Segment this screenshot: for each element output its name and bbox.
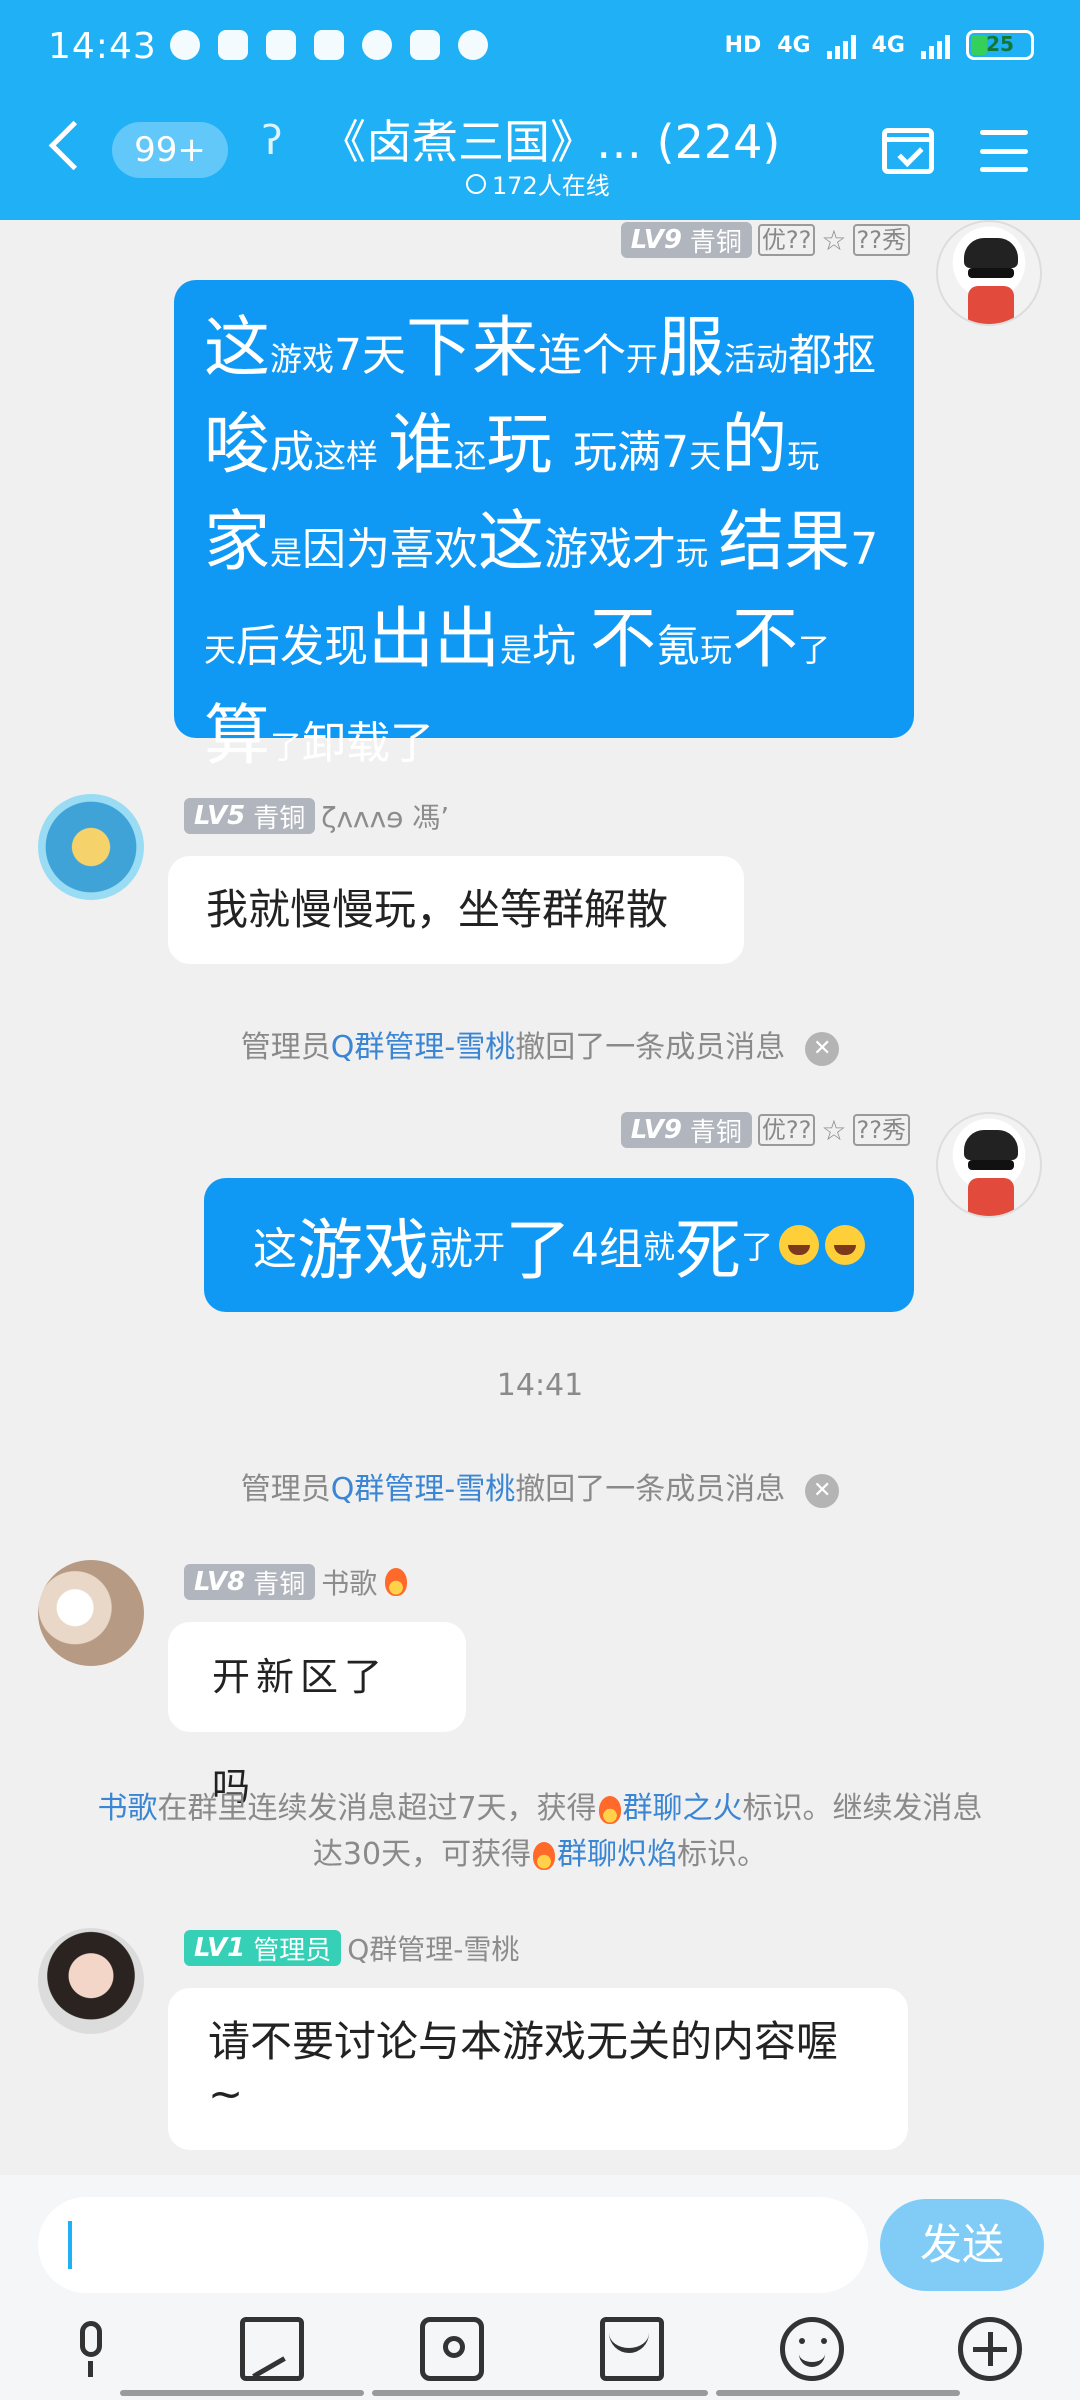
nickname-star: ☆ — [821, 223, 847, 257]
network-label: 4G — [871, 32, 905, 58]
self-avatar[interactable] — [936, 1112, 1042, 1218]
top-header: 14:43 HD 4G 4G 25 99+ ʔ 《卤煮三国》… (224) 17… — [0, 0, 1080, 220]
status-bar: 14:43 HD 4G 4G 25 — [0, 0, 1080, 100]
self-avatar[interactable] — [936, 220, 1042, 326]
unread-count-badge[interactable]: 99+ — [112, 122, 228, 178]
app-notification-icon — [410, 30, 440, 60]
message-input[interactable] — [38, 2197, 868, 2293]
level-badge: LV8 青铜 — [184, 1564, 316, 1600]
chat-message-list[interactable]: LV9 青铜 优?? ☆ ??秀 这游戏7天下来连个开服活动都抠唆成这样 谁还玩 … — [0, 220, 1080, 2175]
sender-meta: LV9 青铜 优?? ☆ ??秀 — [620, 222, 910, 258]
play-notification-icon — [362, 30, 392, 60]
blaze-icon — [533, 1841, 556, 1870]
scroll-indicator — [716, 2390, 960, 2396]
ear-icon[interactable]: ʔ — [262, 118, 282, 164]
camera-icon[interactable] — [420, 2317, 484, 2381]
scroll-indicator — [372, 2390, 708, 2396]
nickname-star: ☆ — [821, 1113, 847, 1147]
back-arrow-icon[interactable] — [48, 120, 99, 171]
message-bubble-1[interactable]: 这游戏7天下来连个开服活动都抠唆成这样 谁还玩 玩满7天的玩家是因为喜欢这游戏才… — [174, 280, 914, 774]
sender-avatar[interactable] — [38, 794, 144, 900]
signal-icon — [921, 31, 950, 59]
level-badge: LV5 青铜 — [184, 798, 316, 834]
chat-title[interactable]: 《卤煮三国》… (224) — [320, 106, 780, 172]
microphone-icon[interactable] — [60, 2317, 124, 2381]
sender-nickname: Q群管理-雪桃 — [347, 1933, 520, 1966]
timestamp: 14:41 — [496, 1368, 584, 1403]
compass-notification-icon — [458, 30, 488, 60]
status-time: 14:43 — [48, 26, 157, 67]
admin-badge: LV1 管理员 — [184, 1930, 342, 1966]
red-packet-icon[interactable] — [600, 2317, 664, 2381]
notification-icons — [170, 30, 488, 60]
message-bubble-3[interactable]: 这游戏就开了 4组就死了 — [204, 1178, 914, 1312]
menu-icon[interactable] — [980, 130, 1028, 172]
online-count-label: 172人在线 — [492, 172, 610, 200]
nickname-tag: 优?? — [757, 1114, 816, 1146]
fire-icon — [385, 1568, 408, 1596]
message-bubble-2[interactable]: 我就慢慢玩，坐等群解散 — [168, 856, 744, 964]
battery-icon: 25 — [966, 30, 1034, 60]
message-bubble-5[interactable]: 请不要讨论与本游戏无关的内容喔~ — [168, 1988, 908, 2150]
network-label: 4G — [777, 32, 811, 58]
image-icon[interactable] — [240, 2317, 304, 2381]
scroll-indicator — [120, 2390, 364, 2396]
input-toolbar — [0, 2317, 1080, 2389]
message-notification-icon — [314, 30, 344, 60]
fire-icon — [598, 1795, 621, 1824]
online-count[interactable]: 172人在线 — [466, 166, 610, 201]
nickname-tag: 优?? — [757, 224, 816, 256]
hd-icon: HD — [724, 32, 762, 58]
recall-notice: 管理员Q群管理-雪桃撤回了一条成员消息 ✕ — [0, 1022, 1080, 1066]
message-bubble-4[interactable]: 开新区了吗 — [168, 1622, 466, 1809]
level-badge: LV9 青铜 — [620, 222, 752, 258]
admin-link[interactable]: Q群管理-雪桃 — [331, 1472, 515, 1507]
input-area: 发送 — [0, 2175, 1080, 2400]
laugh-emoji-icon — [825, 1225, 866, 1265]
sender-avatar[interactable] — [38, 1560, 144, 1666]
laugh-emoji-icon — [779, 1225, 820, 1265]
streak-notice: 书歌在群里连续发消息超过7天，获得 群聊之火标识。继续发消息 达30天，可获得 群聊… — [97, 1791, 983, 1872]
app-notification-icon — [266, 30, 296, 60]
badge-link[interactable]: 群聊炽焰 — [557, 1837, 677, 1872]
online-icon — [466, 173, 486, 194]
app-notification-icon — [170, 30, 200, 60]
sender-avatar[interactable] — [38, 1928, 144, 2034]
emoji-icon[interactable] — [780, 2317, 844, 2381]
nickname-tag: ??秀 — [852, 224, 910, 256]
sender-nickname: 书歌 — [321, 1567, 378, 1600]
sender-meta: LV9 青铜 优?? ☆ ??秀 — [620, 1112, 910, 1148]
nickname-tag: ??秀 — [852, 1114, 910, 1146]
user-link[interactable]: 书歌 — [97, 1791, 157, 1826]
status-right: HD 4G 4G 25 — [725, 30, 1034, 60]
calendar-check-icon[interactable] — [882, 128, 934, 174]
app-notification-icon — [218, 30, 248, 60]
sender-meta: LV8 青铜 书歌 — [184, 1562, 409, 1602]
sender-meta: LV5 青铜 ζᴧᴧᴧɘ 馮’ — [184, 796, 449, 836]
close-icon[interactable]: ✕ — [805, 1031, 840, 1066]
plus-icon[interactable] — [958, 2317, 1022, 2381]
sender-meta: LV1 管理员 Q群管理-雪桃 — [184, 1928, 519, 1968]
level-badge: LV9 青铜 — [620, 1112, 752, 1148]
send-button[interactable]: 发送 — [880, 2199, 1044, 2291]
recall-notice: 管理员Q群管理-雪桃撤回了一条成员消息 ✕ — [0, 1464, 1080, 1508]
admin-link[interactable]: Q群管理-雪桃 — [331, 1030, 515, 1065]
badge-link[interactable]: 群聊之火 — [623, 1791, 743, 1826]
battery-level: 25 — [986, 32, 1014, 56]
signal-icon — [826, 31, 856, 59]
close-icon[interactable]: ✕ — [805, 1473, 840, 1508]
sender-nickname: ζᴧᴧᴧɘ 馮’ — [321, 801, 450, 834]
text-caret — [68, 2221, 72, 2269]
